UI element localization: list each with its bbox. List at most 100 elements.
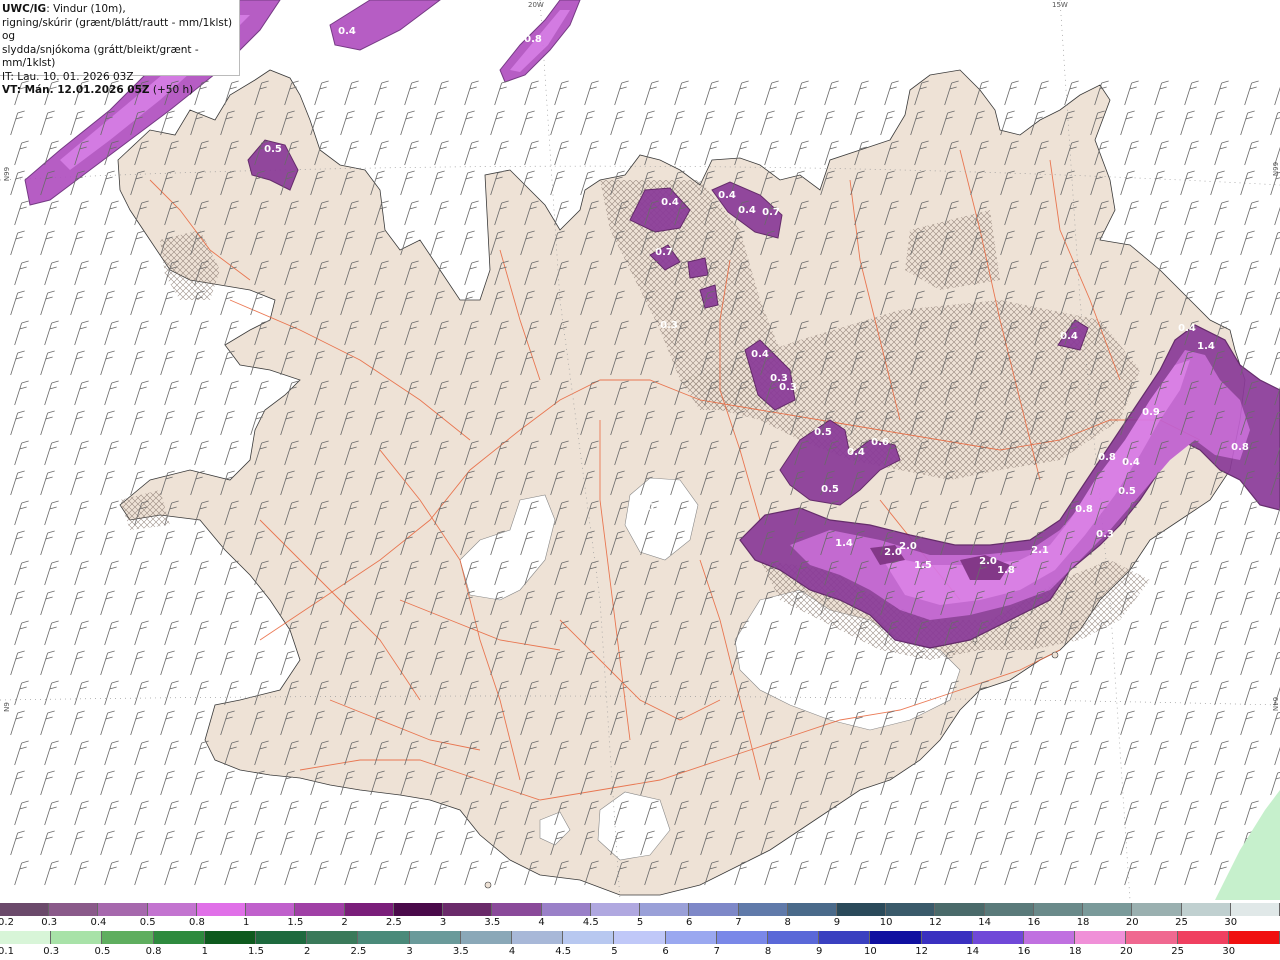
info-line-1: UWC/IG: Vindur (10m), [2, 3, 239, 17]
legend-swatch [153, 931, 205, 944]
precip-value-label: 0.8 [524, 34, 542, 45]
legend-label: 4 [508, 946, 516, 957]
legend-label: 18 [1076, 917, 1090, 928]
lon-label-20w: 20W [528, 1, 544, 9]
legend-label: 14 [966, 946, 980, 957]
legend-label: 1 [242, 917, 250, 928]
legend-label: 16 [1017, 946, 1031, 957]
legend-swatch [738, 903, 788, 916]
legend-swatch [984, 903, 1034, 916]
legend-swatch [246, 903, 296, 916]
precip-value-label: 2.0 [979, 556, 997, 567]
legend-swatch [0, 903, 50, 916]
precip-value-label: 0.5 [821, 484, 839, 495]
precip-value-label: 0.7 [762, 207, 780, 218]
legend-label: 5 [636, 917, 644, 928]
legend-swatch [716, 931, 769, 944]
legend-swatch [147, 903, 197, 916]
info-line-3: slydda/snjókoma (grátt/bleikt/grænt - mm… [2, 43, 199, 70]
info-line-1-text: : Vindur (10m), [46, 3, 126, 15]
legend-snow-swatches [0, 903, 1280, 916]
legend-swatch [49, 903, 99, 916]
precip-value-label: 1.8 [997, 565, 1015, 576]
legend-label: 6 [686, 917, 693, 928]
precip-value-label: 0.3 [1096, 529, 1114, 540]
legend-swatch [614, 931, 666, 944]
legend-swatch [102, 931, 154, 944]
legend-swatch [460, 931, 513, 944]
precip-value-label: 0.4 [1060, 331, 1078, 342]
legend-swatch [256, 931, 308, 944]
legend-swatch [1075, 931, 1127, 944]
legend-label: 6 [662, 946, 669, 957]
legend-swatch [563, 931, 615, 944]
legend-swatch [640, 903, 690, 916]
legend-swatch [1126, 931, 1178, 944]
legend-label: 0.8 [145, 946, 162, 957]
legend-swatch [1181, 903, 1231, 916]
legend-swatch [344, 903, 394, 916]
legend-swatch [921, 931, 973, 944]
legend-label: 9 [816, 946, 823, 957]
precip-value-label: 0.4 [309, 56, 327, 67]
legend-label: 4.5 [555, 946, 572, 957]
legend-snow-labels: 0.2 0.3 0.4 0.5 0.8 1 1.5 2 2.5 3 3.5 4 4.5 5 6 7 8 9 10 12… [0, 917, 1280, 929]
legend-label: 12 [929, 917, 942, 928]
legend-label: 8 [764, 946, 772, 957]
legend-label: 3 [406, 946, 413, 957]
lat-label-left-64: N9 [2, 702, 11, 712]
legend-label: 2 [341, 917, 348, 928]
legend-label: 3.5 [484, 917, 501, 928]
legend-swatch [358, 931, 410, 944]
precip-value-label: 0.4 [1178, 323, 1196, 334]
legend-label: 30 [1222, 946, 1236, 957]
legend-label: 0.1 [0, 946, 14, 957]
lon-label-15w: 15W [1052, 1, 1068, 9]
legend-swatch [492, 903, 542, 916]
legend-swatch [819, 931, 871, 944]
legend-swatch [0, 931, 52, 944]
precip-value-label: 0.3 [660, 320, 678, 331]
legend-label: 4.5 [582, 917, 599, 928]
info-line-2: rigning/skúrir (grænt/blátt/rautt - mm/1… [2, 16, 233, 43]
precip-value-label: 1.4 [835, 538, 853, 549]
lat-label-64n: 64N [1271, 696, 1280, 712]
model-name: UWC/IG [2, 3, 47, 15]
legend-label: 4 [538, 917, 545, 928]
precip-value-label: 0.5 [814, 427, 832, 438]
legend-label: 1.5 [248, 946, 264, 957]
legend-swatch [541, 903, 591, 916]
forecast-offset: (+50 h) [149, 84, 194, 96]
legend-label: 10 [864, 946, 877, 957]
legend-swatch [98, 903, 148, 916]
legend-swatch [768, 931, 820, 944]
precip-value-label: 2.0 [899, 541, 917, 552]
legend-swatch [1230, 903, 1280, 916]
legend-label: 1 [201, 946, 208, 957]
legend-rain-labels: 0.1 0.3 0.5 0.8 1 1.5 2 2.5 3 3.5 4 4.5 5 6 7 8 9 10 12 14 1… [0, 946, 1280, 958]
legend-label: 25 [1171, 946, 1184, 957]
legend-swatch [1033, 903, 1084, 916]
legend-label: 20 [1125, 917, 1139, 928]
precip-value-label: 0.4 [847, 447, 865, 458]
precip-value-label: 0.5 [264, 144, 282, 155]
precip-value-label: 2.1 [1031, 545, 1049, 556]
precip-value-label: 0.6 [45, 129, 63, 140]
precip-value-label: 0.8 [1098, 452, 1116, 463]
precip-value-label: 0.4 [738, 205, 756, 216]
legend-swatch [307, 931, 359, 944]
legend-swatch [393, 903, 444, 916]
legend-label: 25 [1175, 917, 1188, 928]
info-line-5: VT: Mán. 12.01.2026 05Z (+50 h) [2, 84, 239, 98]
legend-swatch [51, 931, 103, 944]
legend-label: 0.5 [94, 946, 111, 957]
legend-label: 14 [978, 917, 991, 928]
legend-swatch [512, 931, 564, 944]
legend-label: 3.5 [452, 946, 469, 957]
legend-swatch [870, 931, 922, 944]
precip-value-label: 0.8 [1231, 442, 1249, 453]
legend-swatch [443, 903, 493, 916]
precip-value-label: 0.8 [1075, 504, 1093, 515]
legend-label: 2.5 [385, 917, 402, 928]
legend-swatch [1083, 903, 1133, 916]
